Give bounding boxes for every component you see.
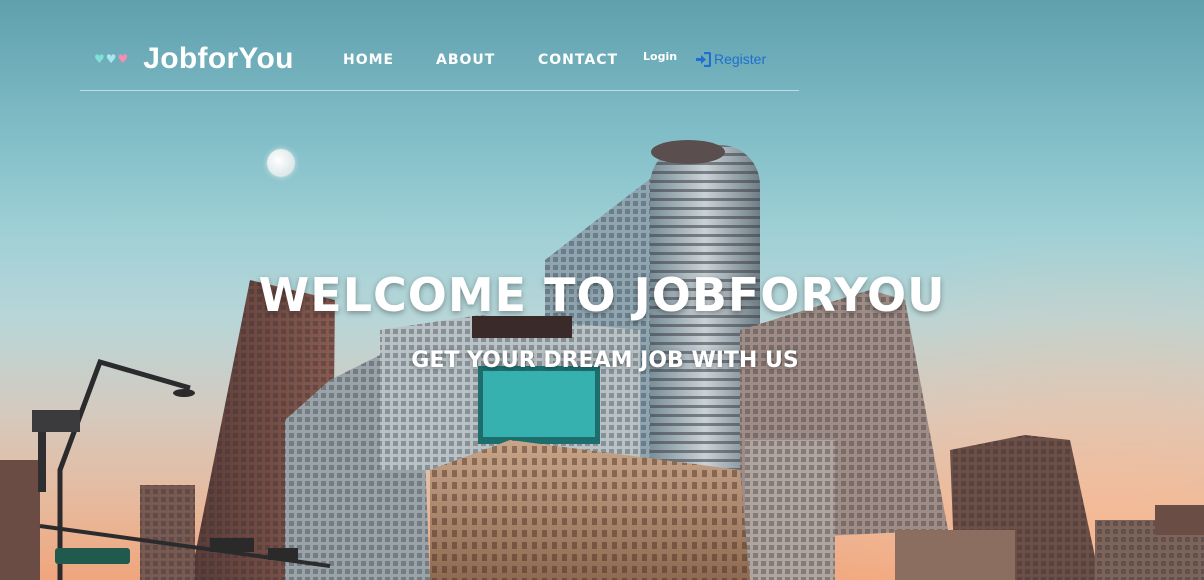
heart-icon: ♥ [94,52,105,66]
nav-about-link[interactable]: ABOUT [436,52,495,68]
hero-subtitle: GET YOUR DREAM JOB WITH US [411,348,799,373]
heart-icon: ♥ [105,52,117,66]
sign-in-icon [696,51,711,67]
nav-home-link[interactable]: HOME [343,52,394,68]
navbar: ♥ ♥ ♥ JobforYou HOME ABOUT CONTACT Login… [80,32,799,91]
nav-contact-link[interactable]: CONTACT [538,52,618,68]
hero-title: WELCOME TO JOBFORYOU [258,268,946,322]
brand-name: JobforYou [143,42,294,75]
nav-login-link[interactable]: Login [643,50,677,63]
nav-register-link[interactable]: Register [695,51,766,67]
hearts-icon: ♥ ♥ ♥ [94,53,128,65]
register-label: Register [714,51,767,67]
heart-icon: ♥ [117,52,129,66]
brand-logo[interactable]: ♥ ♥ ♥ JobforYou [94,42,294,76]
